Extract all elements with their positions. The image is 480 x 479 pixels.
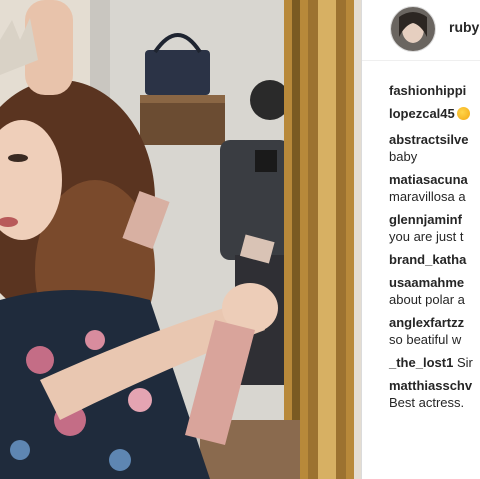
comment-username[interactable]: matiasacuna: [389, 172, 468, 187]
avatar[interactable]: [390, 6, 436, 52]
comment-text: maravillosa a: [389, 189, 466, 204]
comment-text: Best actress.: [389, 395, 465, 410]
comment-text: you are just t: [389, 229, 464, 244]
comment-username[interactable]: usaamahme: [389, 275, 464, 290]
comment-item: matiasacuna maravillosa a: [389, 171, 480, 205]
comment-username[interactable]: glennjaminf: [389, 212, 462, 227]
comment-item: fashionhippi: [389, 82, 480, 99]
comment-username[interactable]: anglexfartzz: [389, 315, 464, 330]
avatar-image: [391, 7, 435, 51]
comment-item: matthiasschv Best actress.: [389, 377, 480, 411]
comment-item: usaamahme about polar a: [389, 274, 480, 308]
comments-panel: ruby fashionhippi lopezcal45 abstractsil…: [362, 0, 480, 479]
comment-username[interactable]: abstractsilve: [389, 132, 469, 147]
comment-item: glennjaminf you are just t: [389, 211, 480, 245]
photo-illustration: [0, 0, 361, 479]
post-header: ruby: [362, 0, 480, 61]
comment-item: _the_lost1 Sir: [389, 354, 480, 371]
comment-username[interactable]: lopezcal45: [389, 106, 455, 121]
username[interactable]: ruby: [449, 19, 479, 35]
comment-text: about polar a: [389, 292, 465, 307]
comments-list: fashionhippi lopezcal45 abstractsilve ba…: [389, 82, 480, 417]
comment-text: baby: [389, 149, 418, 164]
comment-text: Sir: [456, 355, 473, 370]
comment-username[interactable]: brand_katha: [389, 252, 466, 267]
face-emoji-icon: [456, 107, 470, 120]
post-photo[interactable]: [0, 0, 361, 479]
comment-item: brand_katha: [389, 251, 480, 268]
comment-item: lopezcal45: [389, 105, 480, 122]
comment-username[interactable]: fashionhippi: [389, 83, 466, 98]
comment-text: so beatiful w: [389, 332, 462, 347]
comment-item: anglexfartzz so beatiful w: [389, 314, 480, 348]
comment-username[interactable]: _the_lost1: [389, 355, 453, 370]
comment-username[interactable]: matthiasschv: [389, 378, 472, 393]
comment-item: abstractsilve baby: [389, 131, 480, 165]
